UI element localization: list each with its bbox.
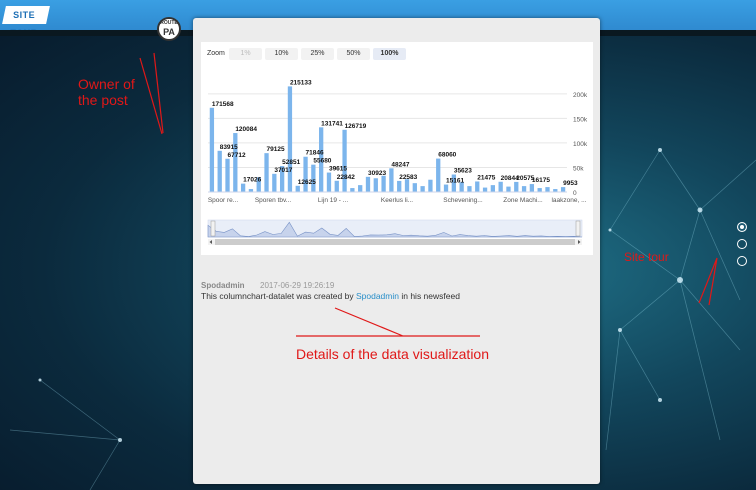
x-tick-label: Lijn 19 - ...: [318, 197, 349, 204]
chart-bar[interactable]: [389, 168, 394, 192]
data-label: 12625: [298, 179, 316, 186]
chart-bar[interactable]: [428, 179, 433, 192]
chart-bar[interactable]: [287, 86, 293, 192]
x-tick-label: Spoor re...: [208, 197, 239, 204]
chart-bar[interactable]: [326, 172, 332, 192]
chart-bar[interactable]: [303, 156, 308, 192]
x-tick-label: Keerlus li...: [381, 197, 413, 204]
chart-bar[interactable]: [233, 133, 238, 192]
data-label: 30923: [368, 170, 386, 177]
y-tick-label: 200k: [573, 92, 588, 99]
navigator-left-handle[interactable]: [210, 220, 216, 237]
details-annotation: Details of the data visualization: [296, 346, 489, 362]
chart-bar[interactable]: [560, 187, 566, 192]
data-label: 171568: [212, 101, 234, 108]
chart-bar[interactable]: [397, 180, 402, 192]
avatar-top-text: ROUTE: [160, 20, 178, 26]
post-text-after: in his newsfeed: [398, 291, 460, 301]
chart-bar[interactable]: [373, 178, 378, 192]
chart-bar[interactable]: [537, 188, 542, 192]
chart-bar[interactable]: [217, 150, 222, 192]
chart-bar[interactable]: [358, 185, 363, 192]
data-label: 17026: [243, 177, 261, 184]
tour-step-2[interactable]: [737, 239, 747, 249]
navigator-right-handle[interactable]: [575, 220, 581, 237]
chart-bar[interactable]: [443, 184, 449, 192]
data-label: 120084: [235, 126, 257, 133]
chart-bar[interactable]: [545, 187, 550, 192]
data-label: 16175: [532, 177, 550, 184]
chart-bar[interactable]: [225, 158, 230, 192]
data-label: 67712: [228, 152, 246, 159]
chart-bar[interactable]: [521, 186, 527, 192]
data-label: 126719: [345, 123, 367, 130]
data-label: 52851: [282, 159, 300, 166]
chart-bar[interactable]: [490, 185, 496, 192]
post-text-before: This columnchart-datalet was created by: [201, 291, 356, 301]
y-tick-label: 150k: [573, 116, 588, 123]
site-tour-logo[interactable]: SITE TOUR: [2, 6, 50, 38]
column-chart: 200k 150k 100k 50k 0 171568 8391567712 120084 17…: [207, 79, 588, 245]
data-label: 55680: [313, 158, 331, 165]
post-description: This columnchart-datalet was created by …: [201, 291, 460, 301]
data-label: 83915: [220, 144, 238, 151]
data-label: 79125: [267, 146, 285, 153]
chart-bar[interactable]: [482, 187, 488, 192]
data-label: 131741: [321, 120, 343, 127]
tour-step-3[interactable]: [737, 256, 747, 266]
x-tick-label: laakzone, ...: [551, 197, 586, 204]
x-tick-label: Zone Machi...: [503, 197, 543, 204]
data-label: 22842: [337, 174, 355, 181]
tour-step-1[interactable]: [737, 222, 747, 232]
chart-bar[interactable]: [381, 175, 386, 192]
x-tick-label: Sporen tbv...: [255, 197, 292, 204]
datalet-chart-panel: Zoom 1% 10% 25% 50% 100% 200k 150k 100k 50k…: [201, 42, 593, 255]
data-label: 9953: [563, 180, 578, 187]
site-tour-annotation: Site tour: [624, 250, 669, 264]
chart-bar[interactable]: [272, 173, 277, 192]
data-label: 21475: [477, 174, 495, 181]
chart-bar[interactable]: [264, 153, 269, 192]
chart-bar[interactable]: [342, 129, 347, 192]
site-tour-steps: [737, 222, 747, 273]
post-timestamp: 2017-06-29 19:26:19: [260, 281, 335, 290]
y-tick-label: 50k: [573, 165, 584, 172]
data-label: 15161: [446, 178, 464, 185]
chart-bar[interactable]: [529, 184, 535, 192]
chart-bar[interactable]: [436, 158, 441, 192]
chart-bar[interactable]: [365, 176, 371, 192]
chart-bar[interactable]: [334, 180, 339, 192]
y-tick-label: 0: [573, 190, 577, 197]
chart-bar[interactable]: [420, 186, 425, 192]
scrollbar-thumb[interactable]: [215, 239, 575, 245]
avatar[interactable]: ROUTE PA: [157, 17, 181, 41]
chart-bar[interactable]: [506, 186, 511, 192]
y-tick-label: 100k: [573, 141, 588, 148]
chart-bar[interactable]: [514, 181, 519, 192]
chart-bar[interactable]: [412, 183, 417, 192]
x-tick-label: Schevening...: [443, 197, 483, 204]
chart-bar[interactable]: [467, 186, 472, 192]
data-label: 37017: [274, 167, 292, 174]
data-label: 71846: [306, 150, 324, 157]
data-label: 48247: [391, 161, 409, 168]
chart-bar[interactable]: [404, 179, 410, 192]
chart-bar[interactable]: [209, 107, 215, 192]
author-link[interactable]: Spodadmin: [356, 291, 399, 301]
post-author[interactable]: Spodadmin: [201, 281, 245, 290]
chart-bar[interactable]: [475, 181, 480, 192]
data-label: 215133: [290, 79, 312, 86]
chart-bar[interactable]: [240, 183, 246, 192]
avatar-initials: PA: [163, 27, 175, 37]
owner-annotation: Owner of the post: [78, 76, 135, 108]
chart-bar[interactable]: [350, 188, 355, 192]
chart-bar[interactable]: [498, 181, 503, 192]
data-label: 39615: [329, 166, 347, 173]
data-label: 68060: [438, 152, 456, 159]
data-label: 35623: [454, 168, 472, 175]
chart-bar[interactable]: [295, 185, 300, 192]
data-label: 22583: [399, 174, 417, 181]
